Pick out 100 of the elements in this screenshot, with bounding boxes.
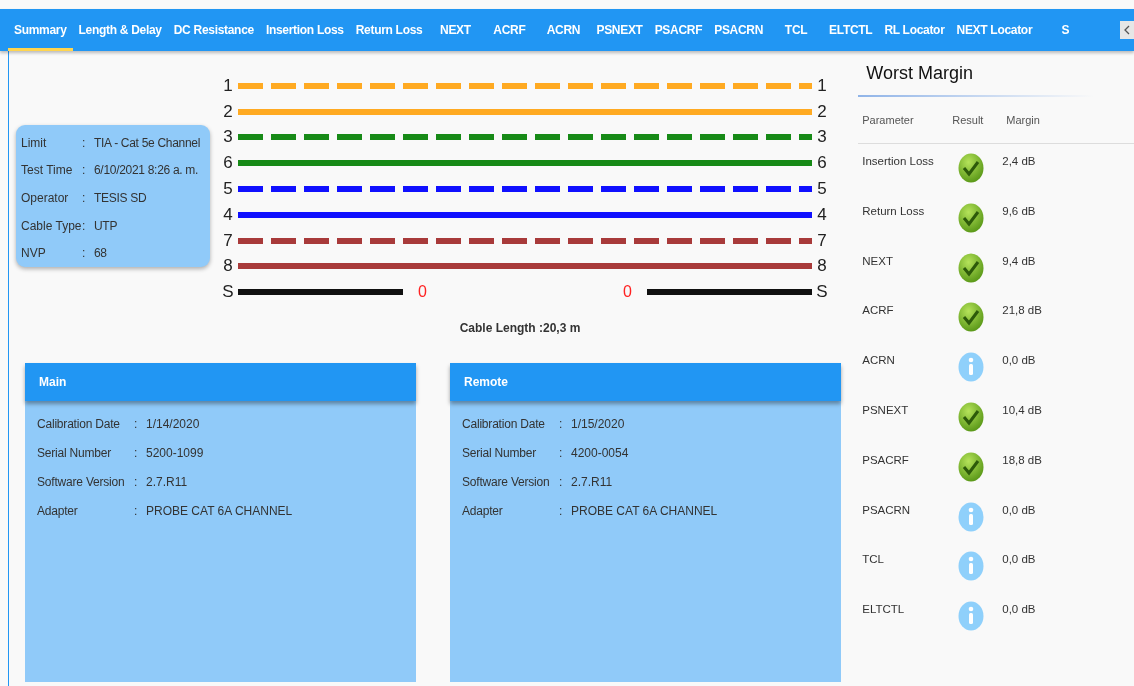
field-value: UTP xyxy=(94,218,118,233)
table-cell-text: PSNEXT xyxy=(862,404,910,416)
field-label: Cable Type xyxy=(21,218,82,233)
field-value: TIA - Cat 5e Channel xyxy=(94,135,201,150)
table-cell: 21,8 dB xyxy=(1002,304,1042,317)
tab[interactable]: TCL xyxy=(769,9,824,51)
pin-label: 1 xyxy=(222,75,234,96)
info-icon xyxy=(958,601,985,632)
pin-label: 6 xyxy=(816,153,828,174)
column-header: Margin xyxy=(1006,114,1040,126)
info-icon xyxy=(958,501,985,532)
pin-label: 3 xyxy=(222,127,234,148)
separator-text: : xyxy=(134,504,139,518)
info-icon xyxy=(958,551,985,582)
field-value: 1/15/2020 xyxy=(571,417,625,431)
column-header: Result xyxy=(952,114,985,126)
separator-text: : xyxy=(82,163,87,178)
field-value: PROBE CAT 6A CHANNEL xyxy=(146,504,293,518)
field-label: Serial Number xyxy=(37,446,113,460)
pin-label: 2 xyxy=(816,101,828,122)
separator-text: : xyxy=(134,475,139,489)
field-value: 1/14/2020 xyxy=(146,417,200,431)
column-header: Parameter xyxy=(862,114,915,126)
table-cell: 0,0 dB xyxy=(1002,603,1036,616)
separator-text: : xyxy=(82,191,87,205)
table-cell: 2,4 dB xyxy=(1002,155,1036,167)
table-cell: 9,6 dB xyxy=(1002,204,1036,217)
table-cell: 18,8 dB xyxy=(1002,453,1042,466)
chevron-left-icon xyxy=(1123,25,1131,35)
tab[interactable]: Insertion Loss xyxy=(259,9,350,51)
scroll-left-button[interactable] xyxy=(1120,21,1134,39)
pin-label: 8 xyxy=(222,256,234,277)
checkmark-icon xyxy=(958,153,985,183)
separator-text: : xyxy=(559,446,564,460)
field-value: 6/10/2021 8:26 a. m. xyxy=(94,163,199,178)
field-value: PROBE CAT 6A CHANNEL xyxy=(571,504,718,518)
pin-label: 7 xyxy=(816,230,828,251)
field-label: Test Time xyxy=(21,163,74,178)
table-cell: 0,0 dB xyxy=(1002,553,1036,566)
info-icon xyxy=(958,352,985,383)
field-label: Adapter xyxy=(37,504,79,518)
pin-label: 3 xyxy=(816,127,828,148)
field-label: Calibration Date xyxy=(37,417,121,431)
pin-label: 1 xyxy=(816,75,828,96)
tab[interactable]: PSNEXT xyxy=(590,9,649,51)
checkmark-icon xyxy=(958,402,985,432)
field-value: 5200-1099 xyxy=(146,446,204,460)
tab[interactable]: RL Locator xyxy=(878,9,951,51)
field-label: Limit xyxy=(21,135,48,150)
pin-label: 5 xyxy=(222,179,234,200)
pin-label: 8 xyxy=(816,256,828,277)
separator-text: : xyxy=(134,446,139,460)
table-cell: 0,0 dB xyxy=(1002,503,1036,516)
panel-title: Worst Margin xyxy=(865,62,974,85)
tab[interactable]: NEXT Locator xyxy=(950,9,1039,51)
tab[interactable]: DC Resistance xyxy=(167,9,260,51)
separator-text: : xyxy=(82,135,87,150)
tab[interactable]: PSACRN xyxy=(708,9,770,51)
table-cell-text: ACRF xyxy=(862,304,895,317)
checkmark-icon xyxy=(958,451,985,482)
separator-text: : xyxy=(134,417,139,431)
separator-text: : xyxy=(82,218,87,233)
separator-text: : xyxy=(82,246,87,261)
separator-text: : xyxy=(559,417,564,431)
table-cell-text: PSACRF xyxy=(862,453,910,466)
table-cell-text: PSACRN xyxy=(862,503,912,516)
card-header: Main xyxy=(25,363,416,401)
pin-label: 4 xyxy=(816,204,828,225)
tab[interactable]: ACRF xyxy=(482,9,537,51)
tab[interactable]: Length & Delay xyxy=(72,9,168,51)
field-value: 2.7.R11 xyxy=(146,475,188,489)
field-label: Software Version xyxy=(37,475,126,489)
table-cell-text: TCL xyxy=(862,553,885,566)
field-value: 68 xyxy=(94,246,107,261)
field-value: TESIS SD xyxy=(94,191,147,205)
tab[interactable]: ELTCTL xyxy=(823,9,879,51)
separator-text: : xyxy=(559,475,564,489)
checkmark-icon xyxy=(958,202,985,233)
field-label: Serial Number xyxy=(462,446,538,460)
pin-label: 7 xyxy=(222,230,234,251)
table-cell-text: ELTCTL xyxy=(862,603,906,616)
tab[interactable]: Summary xyxy=(8,9,73,51)
table-cell-text: Insertion Loss xyxy=(862,155,935,167)
checkmark-icon xyxy=(958,302,985,333)
tab[interactable]: NEXT xyxy=(428,9,483,51)
pin-label: 2 xyxy=(222,101,234,122)
field-label: Calibration Date xyxy=(462,417,546,431)
pin-label: S xyxy=(221,282,235,303)
shield-value: 0 xyxy=(418,283,427,302)
table-cell: 0,0 dB xyxy=(1002,354,1036,367)
pin-label: 6 xyxy=(222,153,234,174)
pin-label: 4 xyxy=(222,204,234,225)
tab[interactable]: Return Loss xyxy=(349,9,429,51)
field-value: 2.7.R11 xyxy=(571,475,613,489)
table-cell: 10,4 dB xyxy=(1002,404,1042,416)
tab[interactable]: ACRN xyxy=(536,9,591,51)
pin-label: S xyxy=(815,282,829,303)
tab[interactable]: S xyxy=(1038,9,1093,51)
tab[interactable]: PSACRF xyxy=(648,9,709,51)
field-value: 4200-0054 xyxy=(571,446,629,460)
